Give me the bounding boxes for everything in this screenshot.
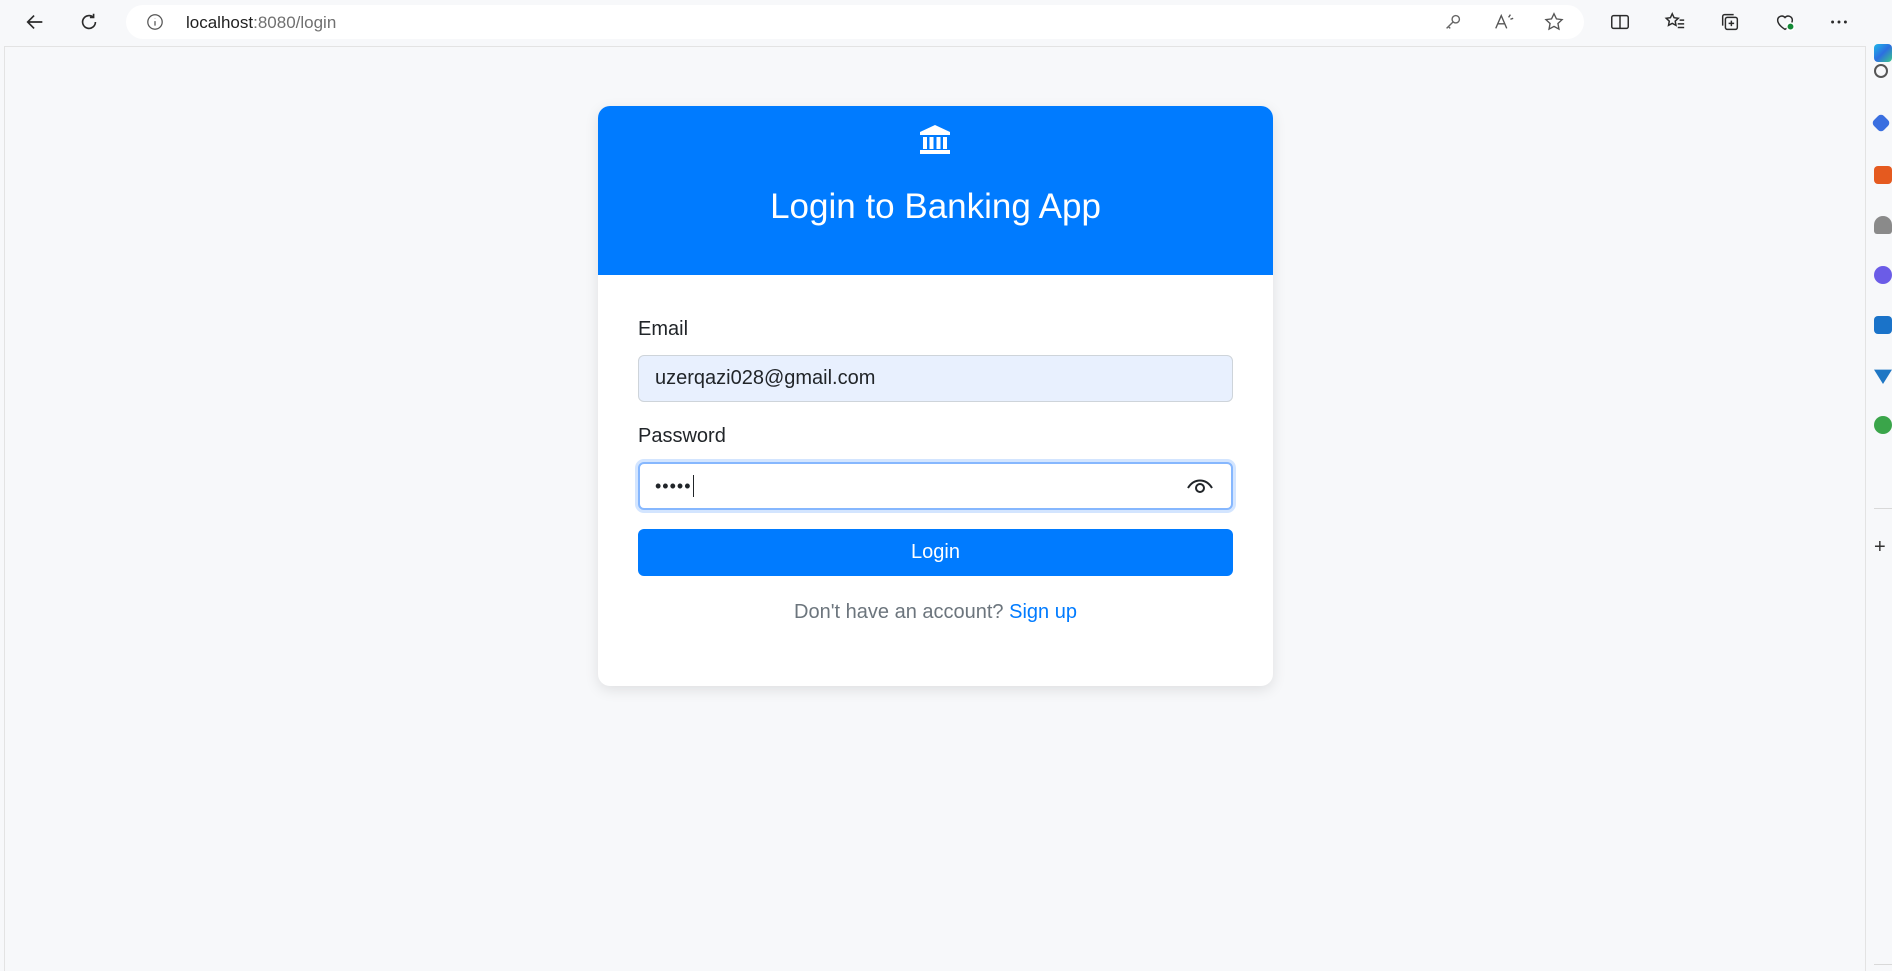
- browser-sidebar: +: [1866, 44, 1892, 971]
- collections-icon: [1721, 13, 1739, 31]
- copilot-icon[interactable]: [1874, 44, 1892, 62]
- browser-essentials-icon: [1776, 15, 1795, 31]
- url-text[interactable]: localhost:8080/login: [186, 14, 336, 31]
- split-screen-button[interactable]: [1604, 6, 1636, 38]
- more-button[interactable]: [1823, 6, 1855, 38]
- url-path: :8080/login: [253, 13, 337, 32]
- browser-essentials-button[interactable]: [1769, 6, 1801, 38]
- back-icon: [26, 14, 43, 30]
- favorites-icon: [1664, 12, 1685, 29]
- tools-icon[interactable]: [1874, 166, 1892, 184]
- email-value: uzerqazi028@gmail.com: [655, 367, 876, 389]
- refresh-icon: [81, 13, 97, 30]
- add-icon[interactable]: +: [1874, 537, 1892, 557]
- games-icon[interactable]: [1874, 266, 1892, 284]
- refresh-button[interactable]: [73, 6, 105, 38]
- page-title: Login to Banking App: [770, 187, 1101, 226]
- info-icon[interactable]: [146, 13, 164, 31]
- drop-icon[interactable]: [1874, 416, 1892, 434]
- url-host: localhost: [186, 13, 254, 32]
- show-password-eye-icon[interactable]: [1186, 474, 1214, 498]
- sidebar-divider: [1874, 508, 1892, 509]
- profile-icon[interactable]: [1874, 216, 1892, 234]
- collections-button[interactable]: [1714, 6, 1746, 38]
- shopping-icon[interactable]: [1871, 113, 1891, 133]
- split-screen-icon: [1611, 14, 1629, 30]
- bank-icon: [920, 125, 950, 154]
- signup-link[interactable]: Sign up: [1009, 601, 1077, 623]
- back-button[interactable]: [19, 6, 51, 38]
- more-icon: [1831, 20, 1847, 24]
- favorites-button[interactable]: [1659, 6, 1691, 38]
- address-bar[interactable]: localhost:8080/login: [126, 5, 1584, 39]
- signup-prompt: Don't have an account?: [794, 601, 1010, 623]
- designer-icon[interactable]: [1874, 369, 1892, 384]
- card-header: Login to Banking App: [598, 106, 1273, 275]
- email-label: Email: [638, 318, 689, 340]
- sidebar-divider: [1874, 964, 1892, 965]
- search-icon[interactable]: [1874, 64, 1888, 78]
- email-field[interactable]: uzerqazi028@gmail.com: [638, 355, 1233, 402]
- browser-toolbar: localhost:8080/login: [0, 0, 1892, 44]
- text-caret: [692, 475, 694, 497]
- signup-row: Don't have an account? Sign up: [598, 600, 1273, 624]
- password-field[interactable]: •••••: [638, 462, 1233, 510]
- key-icon[interactable]: [1442, 11, 1464, 33]
- read-aloud-icon[interactable]: [1493, 11, 1515, 33]
- outlook-icon[interactable]: [1874, 316, 1892, 334]
- favorite-star-icon[interactable]: [1543, 11, 1565, 33]
- password-value: •••••: [655, 475, 692, 496]
- login-card: Login to Banking App Email uzerqazi028@g…: [598, 106, 1273, 686]
- login-button[interactable]: Login: [638, 529, 1233, 576]
- password-label: Password: [638, 425, 726, 447]
